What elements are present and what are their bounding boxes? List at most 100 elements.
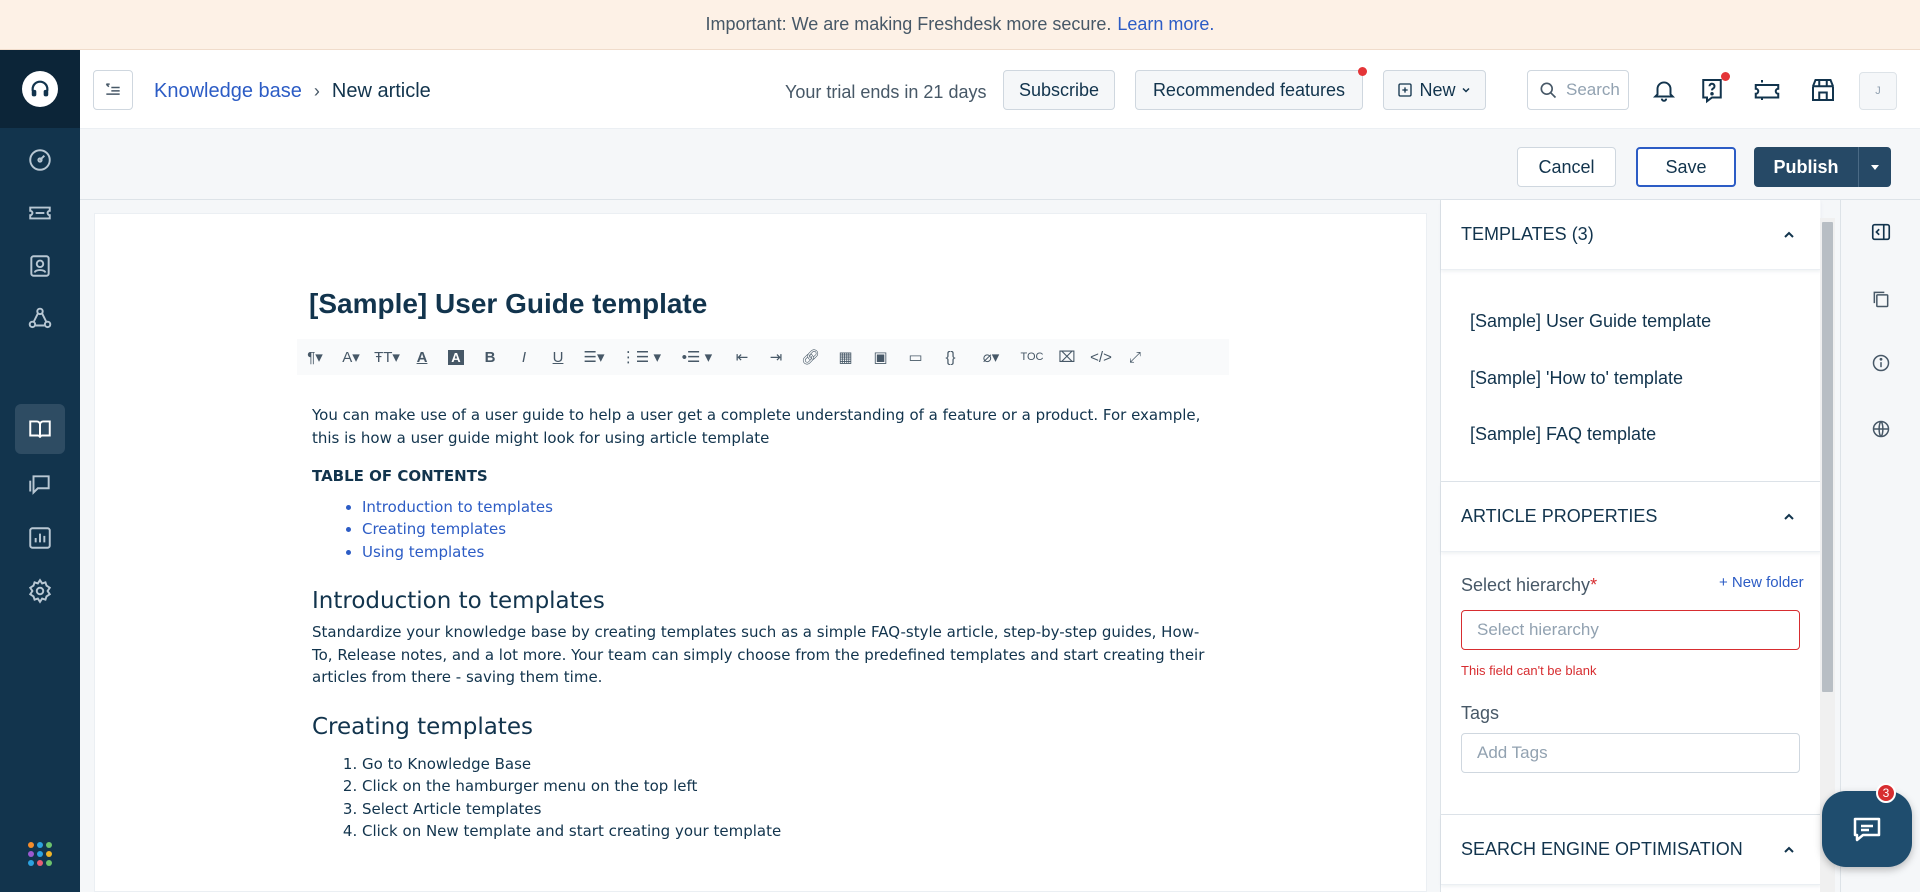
nav-dashboard-icon[interactable] bbox=[15, 135, 65, 185]
breadcrumb-knowledge-base[interactable]: Knowledge base bbox=[154, 80, 302, 103]
toc-list: Introduction to templates Creating templ… bbox=[362, 496, 1212, 564]
template-item[interactable]: [Sample] 'How to' template bbox=[1470, 368, 1683, 389]
new-folder-link[interactable]: + New folder bbox=[1719, 574, 1804, 591]
step-item: Click on New template and start creating… bbox=[362, 820, 1212, 843]
recommended-features-label: Recommended features bbox=[1152, 79, 1346, 100]
nav-tickets-icon[interactable] bbox=[15, 188, 65, 238]
font-size-icon[interactable]: ŦT▾ bbox=[369, 339, 405, 375]
chevron-up-icon bbox=[1784, 231, 1794, 238]
template-item[interactable]: [Sample] FAQ template bbox=[1470, 424, 1656, 445]
outdent-icon[interactable]: ⇤ bbox=[725, 339, 759, 375]
code-view-icon[interactable]: </> bbox=[1084, 339, 1118, 375]
step-item: Select Article templates bbox=[362, 798, 1212, 821]
document-copy-icon[interactable] bbox=[1866, 284, 1896, 314]
ordered-list-icon[interactable]: ⋮☰ ▾ bbox=[613, 339, 669, 375]
panel-scrollbar[interactable] bbox=[1820, 218, 1835, 892]
editor-toolbar: ¶▾ A▾ ŦT▾ A A B I U ☰▾ ⋮☰ ▾ •☰ ▾ ⇤ ⇥ 🔗︎ … bbox=[297, 339, 1229, 375]
indent-icon[interactable]: ⇥ bbox=[759, 339, 793, 375]
left-navigation bbox=[0, 50, 80, 892]
freshdesk-logo[interactable] bbox=[0, 50, 80, 128]
article-body[interactable]: You can make use of a user guide to help… bbox=[312, 404, 1212, 843]
chevron-up-icon bbox=[1784, 846, 1794, 853]
learn-more-link[interactable]: Learn more. bbox=[1117, 14, 1214, 35]
underline-icon[interactable]: U bbox=[541, 339, 575, 375]
user-avatar[interactable]: J bbox=[1859, 72, 1897, 110]
nav-knowledge-base-icon[interactable] bbox=[15, 404, 65, 454]
font-family-icon[interactable]: A▾ bbox=[333, 339, 369, 375]
new-dropdown-button[interactable]: New bbox=[1383, 70, 1486, 110]
collapse-panel-icon[interactable] bbox=[1866, 217, 1896, 247]
info-icon[interactable] bbox=[1866, 348, 1896, 378]
nav-groups-icon[interactable] bbox=[15, 294, 65, 344]
nav-settings-icon[interactable] bbox=[15, 566, 65, 616]
search-icon bbox=[1540, 82, 1557, 99]
search-placeholder: Search bbox=[1566, 80, 1620, 99]
chat-unread-badge: 3 bbox=[1876, 783, 1896, 803]
banner-text: Important: We are making Freshdesk more … bbox=[705, 14, 1112, 34]
toc-link[interactable]: Using templates bbox=[362, 541, 1212, 564]
top-header: Knowledge base › New article Your trial … bbox=[80, 50, 1920, 129]
notifications-bell-icon[interactable] bbox=[1646, 72, 1682, 108]
unordered-list-icon[interactable]: •☰ ▾ bbox=[669, 339, 725, 375]
subscribe-button[interactable]: Subscribe bbox=[1003, 70, 1115, 110]
hierarchy-label: Select hierarchy* bbox=[1461, 575, 1597, 596]
recommended-features-button[interactable]: Recommended features bbox=[1135, 70, 1363, 110]
toc-icon[interactable]: TOC bbox=[1014, 339, 1050, 375]
bold-icon[interactable]: B bbox=[473, 339, 507, 375]
tags-placeholder: Add Tags bbox=[1477, 743, 1548, 762]
hierarchy-placeholder: Select hierarchy bbox=[1477, 620, 1599, 639]
image-icon[interactable]: ▣ bbox=[863, 339, 898, 375]
chat-widget-button[interactable] bbox=[1822, 791, 1912, 867]
cancel-button[interactable]: Cancel bbox=[1517, 147, 1616, 187]
breadcrumb-separator: › bbox=[313, 81, 320, 101]
chevron-down-icon bbox=[1461, 87, 1470, 93]
toc-link[interactable]: Creating templates bbox=[362, 518, 1212, 541]
breadcrumb-current: New article bbox=[331, 80, 431, 102]
background-color-icon[interactable]: A bbox=[439, 339, 473, 375]
link-icon[interactable]: 🔗︎ bbox=[793, 339, 828, 375]
chevron-up-icon bbox=[1784, 513, 1794, 520]
required-asterisk: * bbox=[1590, 575, 1598, 595]
fullscreen-icon[interactable]: ⤢ bbox=[1118, 339, 1152, 375]
hierarchy-select[interactable]: Select hierarchy bbox=[1461, 610, 1800, 650]
ticket-plus-icon[interactable] bbox=[1749, 72, 1785, 108]
nav-contacts-icon[interactable] bbox=[15, 241, 65, 291]
scrollbar-thumb[interactable] bbox=[1822, 222, 1833, 692]
toc-link[interactable]: Introduction to templates bbox=[362, 496, 1212, 519]
save-button[interactable]: Save bbox=[1636, 147, 1736, 187]
hierarchy-error-message: This field can't be blank bbox=[1461, 663, 1597, 678]
publish-options-dropdown[interactable] bbox=[1858, 147, 1891, 187]
chat-bubble-icon bbox=[1853, 817, 1881, 842]
sidebar-toggle-button[interactable] bbox=[93, 70, 133, 110]
caret-down-icon bbox=[1871, 165, 1879, 170]
clear-format-icon[interactable]: ⌧ bbox=[1050, 339, 1084, 375]
article-properties-section-header[interactable]: ARTICLE PROPERTIES bbox=[1441, 482, 1821, 552]
apps-grid-icon[interactable] bbox=[28, 842, 52, 866]
paragraph-format-icon[interactable]: ¶▾ bbox=[297, 339, 333, 375]
templates-heading: TEMPLATES (3) bbox=[1461, 224, 1594, 244]
globe-icon[interactable] bbox=[1866, 414, 1896, 444]
text-color-icon[interactable]: A bbox=[405, 339, 439, 375]
article-properties-heading: ARTICLE PROPERTIES bbox=[1461, 506, 1658, 526]
template-item[interactable]: [Sample] User Guide template bbox=[1470, 311, 1711, 332]
nav-forums-icon[interactable] bbox=[15, 460, 65, 510]
video-icon[interactable]: ▭ bbox=[898, 339, 933, 375]
table-icon[interactable]: ▦ bbox=[828, 339, 863, 375]
section-paragraph-intro: Standardize your knowledge base by creat… bbox=[312, 623, 1205, 686]
attachment-icon[interactable]: ⌀▾ bbox=[968, 339, 1014, 375]
marketplace-store-icon[interactable] bbox=[1805, 72, 1841, 108]
nav-reports-icon[interactable] bbox=[15, 513, 65, 563]
tags-input[interactable]: Add Tags bbox=[1461, 733, 1800, 773]
seo-section-header[interactable]: SEARCH ENGINE OPTIMISATION bbox=[1441, 815, 1821, 885]
article-title[interactable]: [Sample] User Guide template bbox=[309, 288, 707, 320]
templates-section-header[interactable]: TEMPLATES (3) bbox=[1441, 200, 1821, 270]
code-block-icon[interactable]: {} bbox=[933, 339, 968, 375]
article-action-bar: Cancel Save Publish bbox=[80, 130, 1920, 200]
italic-icon[interactable]: I bbox=[507, 339, 541, 375]
publish-button[interactable]: Publish bbox=[1754, 147, 1858, 187]
seo-heading: SEARCH ENGINE OPTIMISATION bbox=[1461, 839, 1743, 859]
plus-square-icon bbox=[1398, 83, 1413, 97]
section-heading-intro: Introduction to templates bbox=[312, 588, 605, 614]
align-icon[interactable]: ☰▾ bbox=[575, 339, 613, 375]
search-box[interactable]: Search bbox=[1527, 70, 1629, 110]
